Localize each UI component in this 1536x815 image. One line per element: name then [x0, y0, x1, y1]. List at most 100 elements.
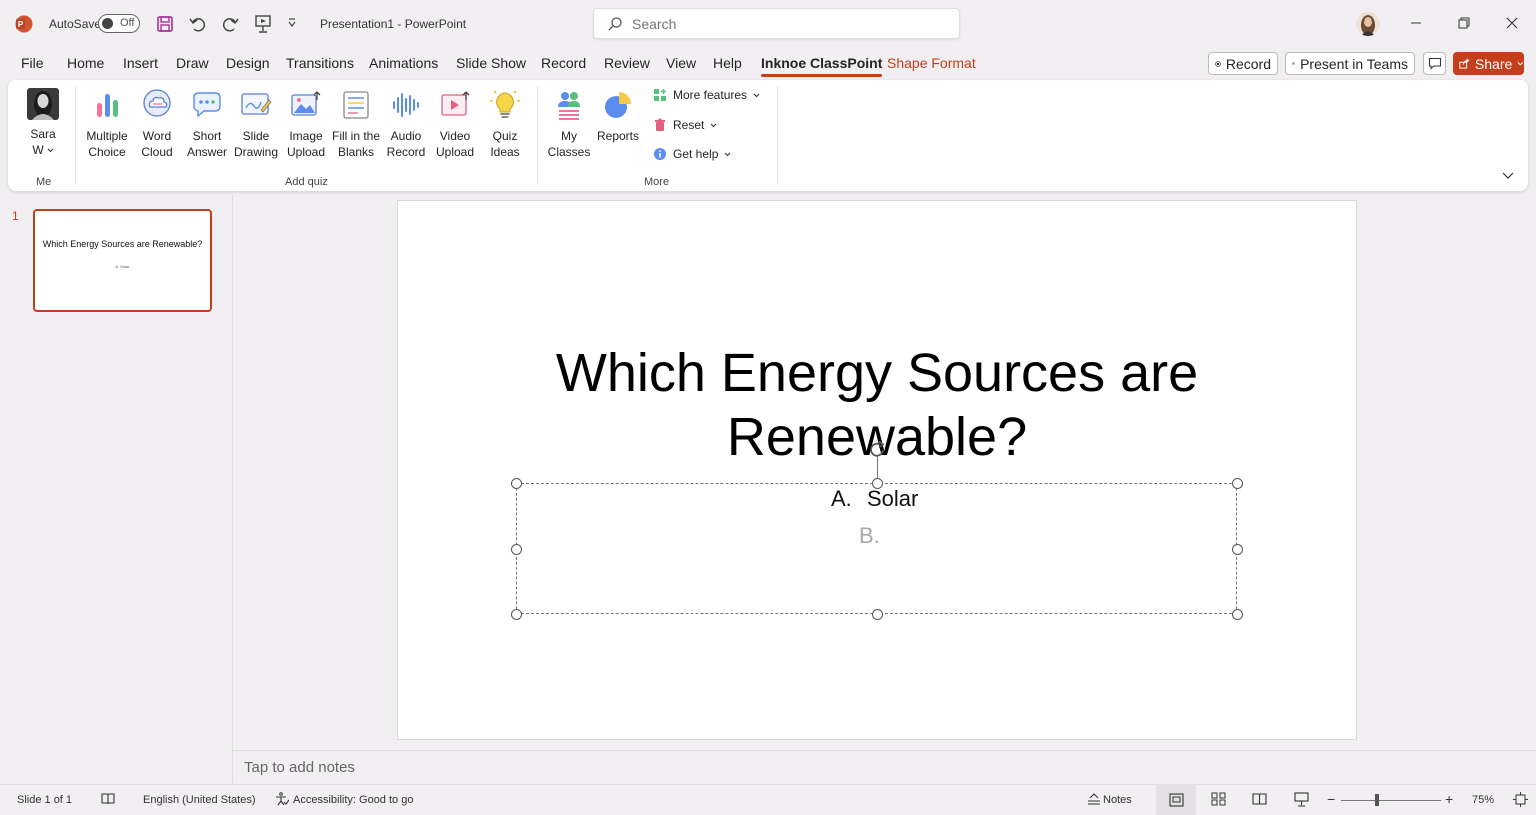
- reading-view-icon[interactable]: [1252, 792, 1267, 806]
- tab-transitions[interactable]: Transitions: [286, 55, 354, 71]
- tab-draw[interactable]: Draw: [176, 55, 209, 71]
- chevron-down-icon: [710, 123, 717, 127]
- resize-handle-right[interactable]: [1232, 544, 1243, 555]
- accessibility-icon[interactable]: [275, 792, 289, 806]
- tab-shape-format[interactable]: Shape Format: [887, 55, 976, 71]
- slide-drawing-button[interactable]: Slide Drawing: [231, 88, 281, 160]
- resize-handle-top-left[interactable]: [511, 478, 522, 489]
- avatar[interactable]: [1356, 12, 1380, 36]
- word-cloud-icon: [140, 88, 174, 122]
- tab-home[interactable]: Home: [67, 55, 104, 71]
- resize-handle-bottom-left[interactable]: [511, 609, 522, 620]
- short-answer-label-2: Answer: [186, 145, 227, 159]
- autosave-label: AutoSave: [49, 17, 102, 31]
- present-in-teams-button[interactable]: Present in Teams: [1285, 52, 1415, 75]
- close-icon[interactable]: [1497, 8, 1527, 38]
- customize-icon[interactable]: [286, 17, 298, 29]
- tab-file[interactable]: File: [21, 55, 44, 71]
- multiple-choice-label-2: Choice: [88, 145, 126, 159]
- comments-button[interactable]: [1423, 52, 1446, 75]
- search-box[interactable]: [593, 8, 960, 39]
- more-features-button[interactable]: More features: [653, 88, 760, 102]
- video-upload-label-2: Upload: [435, 145, 475, 159]
- zoom-level[interactable]: 75%: [1472, 794, 1494, 806]
- my-classes-icon: [552, 88, 586, 122]
- reset-button[interactable]: Reset: [653, 118, 717, 132]
- slide-thumbnail[interactable]: Which Energy Sources are Renewable? A. S…: [33, 209, 212, 312]
- option-b-letter[interactable]: B.: [859, 523, 880, 549]
- record-button-label: Record: [1225, 55, 1271, 72]
- chevron-down-icon: [1517, 61, 1524, 66]
- share-button[interactable]: Share: [1453, 52, 1524, 75]
- get-help-button[interactable]: Get help: [653, 147, 731, 161]
- comments-icon: [1428, 57, 1441, 70]
- notes-pane[interactable]: Tap to add notes: [233, 750, 1536, 783]
- zoom-in-button[interactable]: +: [1445, 791, 1453, 807]
- image-upload-label-2: Upload: [286, 145, 326, 159]
- resize-handle-top-right[interactable]: [1232, 478, 1243, 489]
- short-answer-label: Short: [192, 129, 222, 143]
- image-upload-button[interactable]: Image Upload: [281, 88, 331, 160]
- tab-help[interactable]: Help: [713, 55, 742, 71]
- multiple-choice-button[interactable]: Multiple Choice: [82, 88, 132, 160]
- zoom-slider-thumb[interactable]: [1375, 794, 1379, 806]
- word-cloud-button[interactable]: Word Cloud: [132, 88, 182, 160]
- restore-icon[interactable]: [1449, 8, 1479, 38]
- panel-divider: [232, 195, 233, 783]
- normal-view-button[interactable]: [1156, 785, 1196, 815]
- tab-review[interactable]: Review: [604, 55, 650, 71]
- audio-record-button[interactable]: Audio Record: [381, 88, 431, 160]
- share-icon: [1459, 58, 1470, 69]
- me-account-dropdown[interactable]: W: [18, 142, 68, 158]
- thumbnail-title: Which Energy Sources are Renewable?: [42, 239, 203, 249]
- search-input[interactable]: [632, 15, 932, 33]
- option-a-text[interactable]: Solar: [867, 486, 918, 512]
- notes-icon: [1086, 792, 1102, 806]
- document-title: Presentation1 - PowerPoint: [320, 17, 467, 31]
- sorter-view-icon[interactable]: [1211, 792, 1226, 806]
- resize-handle-left[interactable]: [511, 544, 522, 555]
- rotate-handle-icon[interactable]: [867, 440, 889, 460]
- notes-toggle[interactable]: Notes: [1103, 794, 1132, 806]
- fit-slide-icon[interactable]: [1513, 792, 1528, 807]
- reset-label: Reset: [673, 118, 705, 132]
- tab-design[interactable]: Design: [226, 55, 270, 71]
- slideshow-view-icon[interactable]: [1294, 792, 1309, 807]
- reports-button[interactable]: Reports: [593, 88, 643, 144]
- save-icon[interactable]: [156, 15, 174, 33]
- reading-icon[interactable]: [101, 792, 115, 806]
- powerpoint-logo-icon[interactable]: P: [15, 15, 33, 33]
- undo-icon[interactable]: [188, 14, 208, 34]
- tab-view[interactable]: View: [666, 55, 696, 71]
- me-initial: W: [32, 143, 44, 157]
- fill-in-the-blanks-label-2: Blanks: [337, 145, 375, 159]
- notes-placeholder[interactable]: Tap to add notes: [244, 759, 355, 776]
- tab-insert[interactable]: Insert: [123, 55, 158, 71]
- present-in-teams-label: Present in Teams: [1300, 55, 1408, 72]
- language[interactable]: English (United States): [143, 794, 256, 806]
- short-answer-button[interactable]: Short Answer: [182, 88, 232, 160]
- fill-in-the-blanks-button[interactable]: Fill in the Blanks: [331, 88, 381, 160]
- zoom-slider[interactable]: [1341, 800, 1441, 801]
- zoom-out-button[interactable]: −: [1327, 791, 1335, 807]
- autosave-toggle[interactable]: Off: [98, 14, 140, 33]
- minimize-icon[interactable]: [1401, 8, 1431, 38]
- word-cloud-label-2: Cloud: [141, 145, 173, 159]
- accessibility-status[interactable]: Accessibility: Good to go: [293, 794, 413, 806]
- tab-inknoe-classpoint[interactable]: Inknoe ClassPoint: [761, 55, 883, 77]
- me-button[interactable]: Sara W: [18, 88, 68, 158]
- redo-icon[interactable]: [220, 14, 240, 34]
- video-upload-button[interactable]: Video Upload: [430, 88, 480, 160]
- tab-animations[interactable]: Animations: [369, 55, 438, 71]
- expand-ribbon-icon[interactable]: [1502, 172, 1514, 180]
- tab-record[interactable]: Record: [541, 55, 586, 71]
- resize-handle-bottom-right[interactable]: [1232, 609, 1243, 620]
- my-classes-button[interactable]: My Classes: [544, 88, 594, 160]
- present-icon[interactable]: [254, 14, 272, 34]
- tab-slide-show[interactable]: Slide Show: [456, 55, 526, 71]
- slide-count[interactable]: Slide 1 of 1: [17, 794, 72, 806]
- resize-handle-bottom[interactable]: [872, 609, 883, 620]
- quiz-ideas-button[interactable]: Quiz Ideas: [480, 88, 530, 160]
- record-button[interactable]: Record: [1208, 52, 1278, 75]
- slide-drawing-label: Slide: [242, 129, 270, 143]
